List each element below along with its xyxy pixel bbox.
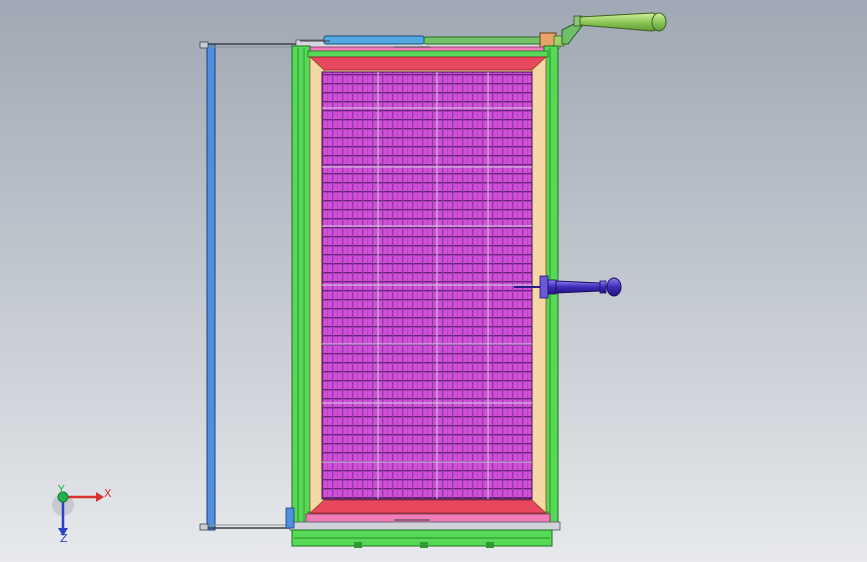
- top-blue-rod: [323, 35, 425, 45]
- left-rail: [206, 43, 216, 531]
- top-green-rod: [423, 36, 543, 45]
- top-gear-block: [539, 32, 557, 48]
- bottom-bar-assembly[interactable]: [285, 507, 561, 548]
- crank-handle-icon[interactable]: [561, 12, 667, 45]
- y-axis-label: Y: [57, 483, 65, 496]
- coordinate-triad: X Y Z: [52, 483, 112, 545]
- top-bar-assembly[interactable]: [295, 32, 565, 54]
- z-axis-label: Z: [60, 532, 68, 545]
- x-axis-label: X: [104, 487, 112, 500]
- cad-model-drawing[interactable]: X Y Z: [0, 0, 867, 562]
- cad-viewport[interactable]: X Y Z: [0, 0, 867, 562]
- mesh-panel[interactable]: [321, 71, 533, 500]
- left-rail-assembly[interactable]: [199, 41, 298, 531]
